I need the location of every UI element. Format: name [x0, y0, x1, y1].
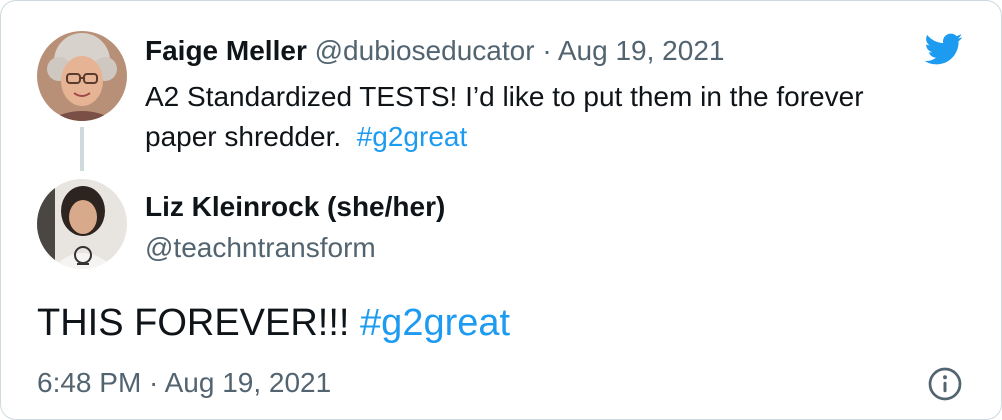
quoted-author-handle[interactable]: @dubioseducator: [315, 35, 535, 66]
tweet-text: THIS FOREVER!!! #g2great: [37, 299, 510, 347]
twitter-bird-icon[interactable]: [919, 29, 967, 69]
quoted-hashtag-link[interactable]: #g2great: [357, 121, 468, 152]
quoted-tweet-body: A2 Standardized TESTS! I’d like to put t…: [145, 81, 864, 152]
embedded-tweet-card: Faige Meller @dubioseducator · Aug 19, 2…: [0, 0, 1002, 420]
quoted-tweet-header: Faige Meller @dubioseducator · Aug 19, 2…: [145, 33, 724, 69]
quoted-author-avatar[interactable]: [37, 31, 127, 121]
header-separator: ·: [542, 35, 552, 66]
avatar-portrait-icon: [37, 179, 127, 269]
reply-author-handle[interactable]: @teachntransform: [145, 230, 376, 266]
info-circle-icon[interactable]: [927, 366, 963, 402]
tweet-body: THIS FOREVER!!!: [37, 302, 350, 344]
avatar-portrait-icon: [37, 31, 127, 121]
reply-author-avatar[interactable]: [37, 179, 127, 269]
reply-author-name[interactable]: Liz Kleinrock (she/her): [145, 189, 445, 225]
thread-connector-line: [80, 127, 84, 171]
quoted-author-name[interactable]: Faige Meller: [145, 35, 307, 66]
tweet-timestamp[interactable]: 6:48 PM · Aug 19, 2021: [37, 365, 331, 401]
quoted-tweet-date[interactable]: Aug 19, 2021: [558, 35, 725, 66]
tweet-hashtag-link[interactable]: #g2great: [360, 302, 510, 344]
quoted-tweet-text: A2 Standardized TESTS! I’d like to put t…: [145, 77, 905, 157]
